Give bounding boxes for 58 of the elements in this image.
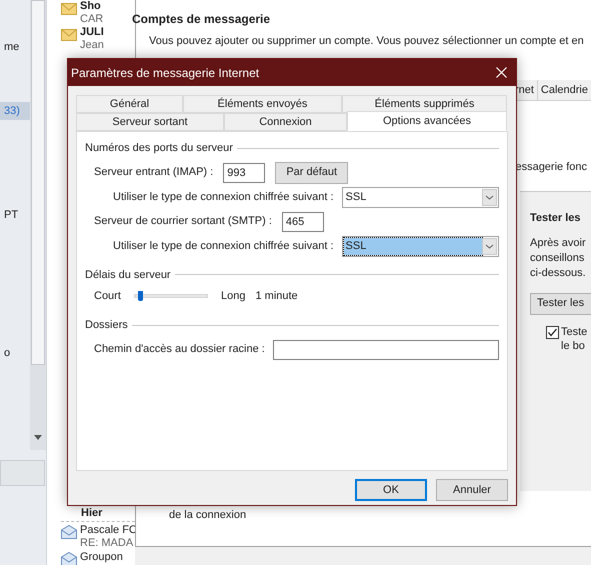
dialog-tab[interactable]: Connexion [224, 113, 347, 131]
encryption-label: Utiliser le type de connexion chiffrée suivant : [113, 190, 334, 204]
encryption-label: Utiliser le type de connexion chiffrée suivant : [113, 239, 334, 253]
panel-text: ci-dessous. [530, 266, 587, 280]
slider-reading: 1 minute [255, 288, 298, 304]
cancel-button[interactable]: Annuler [436, 479, 508, 501]
encryption-dropdown[interactable]: SSL [342, 236, 499, 256]
section-description: Vous pouvez ajouter ou supprimer un compte. Vous pouvez sélectionner un compte et en [149, 34, 585, 49]
scrollbar[interactable] [30, 0, 46, 450]
chevron-down-icon [482, 238, 497, 254]
chevron-down-icon [482, 188, 497, 206]
outgoing-server-label: Serveur de courrier sortant (SMTP) : [94, 214, 272, 230]
envelope-icon [61, 525, 77, 539]
root-folder-label: Chemin d'accès au dossier racine : [94, 342, 265, 358]
account-tab[interactable]: Calendrie [536, 80, 591, 100]
checkbox-label: le bo [561, 338, 586, 352]
sender-name: Sho [80, 0, 102, 13]
section-title: Comptes de messagerie [132, 11, 272, 28]
root-folder-field[interactable] [272, 340, 499, 360]
sender-name: JULI [80, 26, 104, 39]
dialog-tab[interactable]: Général [76, 95, 183, 113]
group-label: Numéros des ports du serveur [85, 141, 233, 156]
group-label: Dossiers [85, 318, 128, 333]
scroll-down-icon [34, 435, 42, 440]
panel-heading: Tester les [530, 211, 582, 226]
group-header: Hier [81, 507, 102, 519]
slider-max-label: Long [221, 288, 246, 304]
message-subject: RE: MADA [80, 537, 134, 550]
panel-text: Après avoir [530, 236, 587, 250]
sender-name: Groupon [80, 551, 123, 564]
dialog-tab[interactable]: Serveur sortant [76, 113, 224, 131]
folder-item[interactable]: o [0, 344, 30, 362]
status-text: essagerie fonc [515, 160, 587, 174]
panel-text: conseillons [530, 250, 586, 266]
dialog-tab[interactable]: Options avancées [347, 111, 507, 131]
default-button[interactable]: Par défaut [275, 162, 348, 184]
test-button[interactable]: Tester les [530, 292, 591, 314]
outgoing-port-field[interactable]: 465 [282, 212, 324, 232]
close-icon [496, 67, 506, 78]
dialog-tab[interactable]: Éléments envoyés [183, 95, 342, 113]
folder-item[interactable]: me [0, 38, 30, 56]
envelope-icon [61, 3, 77, 15]
incoming-port-field[interactable]: 993 [223, 162, 266, 182]
dialog-title: Paramètres de messagerie Internet [71, 64, 260, 82]
message-subject: Jean [80, 39, 104, 52]
ok-button[interactable]: OK [355, 479, 427, 501]
slider-min-label: Court [94, 288, 122, 304]
checkbox-label: Teste [561, 324, 588, 338]
footer-text: de la connexion [169, 509, 246, 521]
envelope-icon [61, 29, 77, 41]
encryption-dropdown[interactable]: SSL [342, 186, 499, 208]
checkbox[interactable] [546, 326, 559, 338]
incoming-server-label: Serveur entrant (IMAP) : [94, 165, 214, 180]
group-label: Délais du serveur [85, 268, 171, 282]
message-subject: CAR [80, 13, 104, 26]
slider-thumb[interactable] [138, 291, 142, 301]
folder-item[interactable]: PT [0, 206, 30, 224]
envelope-icon [61, 552, 77, 565]
